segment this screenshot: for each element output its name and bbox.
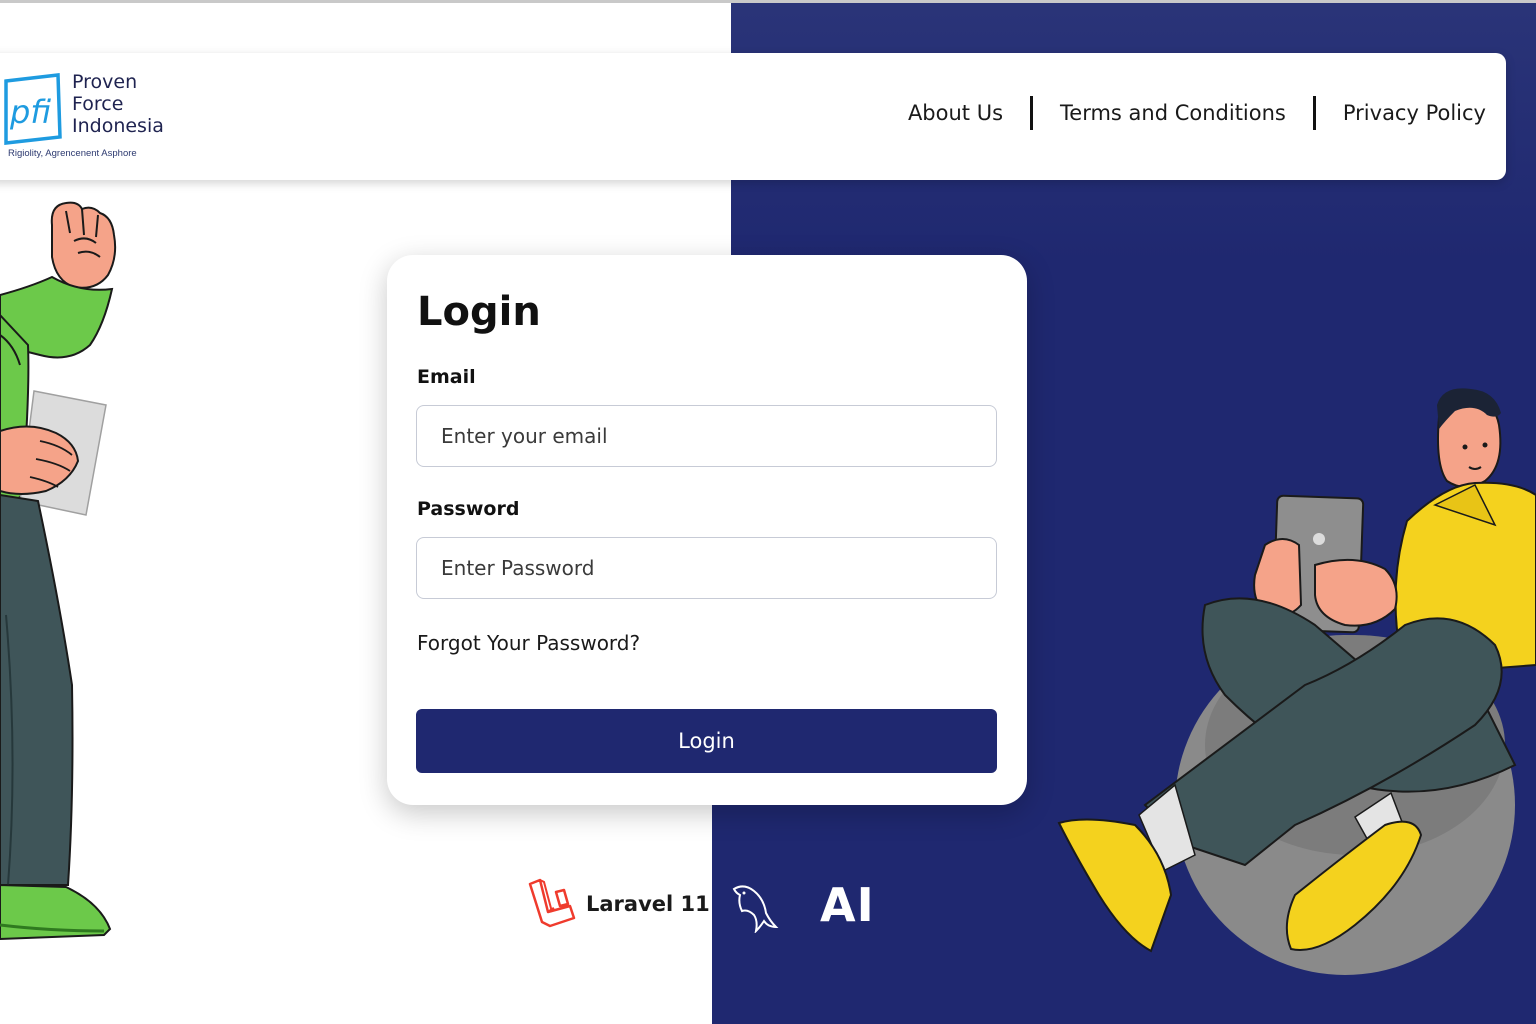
email-label: Email [417,366,476,388]
laravel-label: Laravel 11 [586,892,710,916]
left-person-illustration [0,201,117,941]
brand-logo[interactable]: pfi Proven Force Indonesia Rigiolity, Ag… [0,67,200,167]
laravel-icon [528,878,576,928]
pfi-logo-icon: pfi [4,73,62,145]
login-title: Login [417,289,541,335]
forgot-password-link[interactable]: Forgot Your Password? [417,631,640,655]
login-button[interactable]: Login [416,709,997,773]
nav-terms-link[interactable]: Terms and Conditions [1060,101,1286,125]
nav-divider [1030,96,1034,130]
mysql-dolphin-icon [732,885,779,933]
ai-icon: AI [820,878,875,932]
top-nav: About Us Terms and Conditions Privacy Po… [908,93,1486,133]
nav-about-us-link[interactable]: About Us [908,101,1003,125]
right-person-illustration [1057,388,1536,975]
brand-name-line: Indonesia [72,115,164,137]
nav-divider [1312,96,1316,130]
brand-tagline: Rigiolity, Agrencenent Asphore [8,148,137,159]
password-input[interactable] [416,537,997,599]
site-header: pfi Proven Force Indonesia Rigiolity, Ag… [0,53,1506,180]
svg-text:pfi: pfi [9,93,51,131]
email-input[interactable] [416,405,997,467]
brand-name-line: Force [72,93,124,115]
login-card: Login Email Password Forgot Your Passwor… [387,255,1027,805]
login-page: pfi Proven Force Indonesia Rigiolity, Ag… [0,0,1536,1024]
brand-name: Proven Force Indonesia [72,71,164,137]
nav-privacy-link[interactable]: Privacy Policy [1343,101,1486,125]
password-label: Password [417,498,520,520]
brand-name-line: Proven [72,71,138,93]
